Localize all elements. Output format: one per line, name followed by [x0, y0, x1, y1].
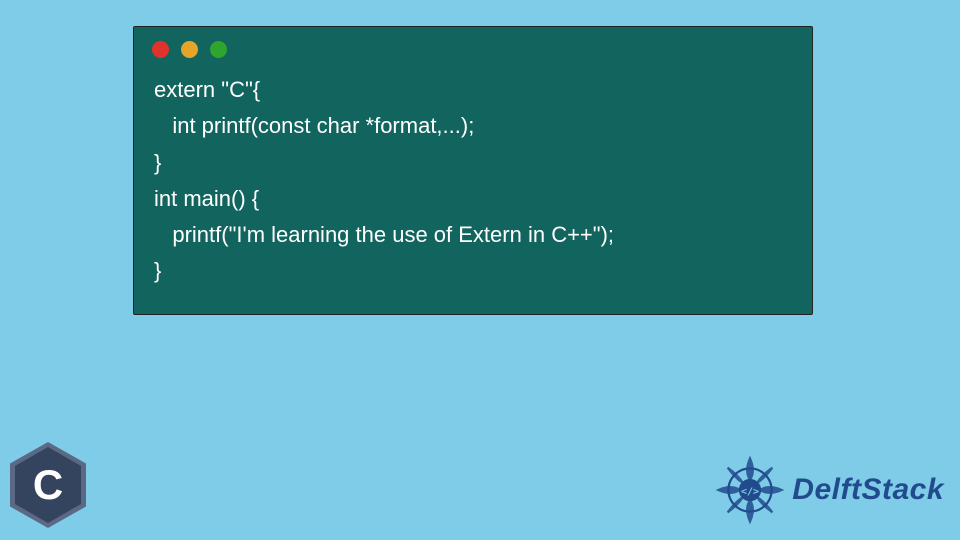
- window-controls: [134, 27, 812, 66]
- c-language-logo: C: [10, 442, 86, 528]
- code-line: printf("I'm learning the use of Extern i…: [154, 217, 792, 253]
- code-body: extern "C"{ int printf(const char *forma…: [134, 66, 812, 314]
- maximize-icon: [210, 41, 227, 58]
- minimize-icon: [181, 41, 198, 58]
- code-line: int printf(const char *format,...);: [154, 108, 792, 144]
- code-line: }: [154, 253, 792, 289]
- mandala-icon: </>: [714, 454, 786, 526]
- code-window: extern "C"{ int printf(const char *forma…: [133, 26, 813, 315]
- code-line: extern "C"{: [154, 72, 792, 108]
- close-icon: [152, 41, 169, 58]
- hexagon-icon: C: [10, 442, 86, 528]
- c-letter: C: [15, 447, 81, 523]
- code-line: }: [154, 145, 792, 181]
- code-glyph-icon: </>: [741, 486, 759, 497]
- code-line: int main() {: [154, 181, 792, 217]
- brand-name: DelftStack: [792, 473, 944, 507]
- brand-logo: </> DelftStack: [714, 454, 944, 526]
